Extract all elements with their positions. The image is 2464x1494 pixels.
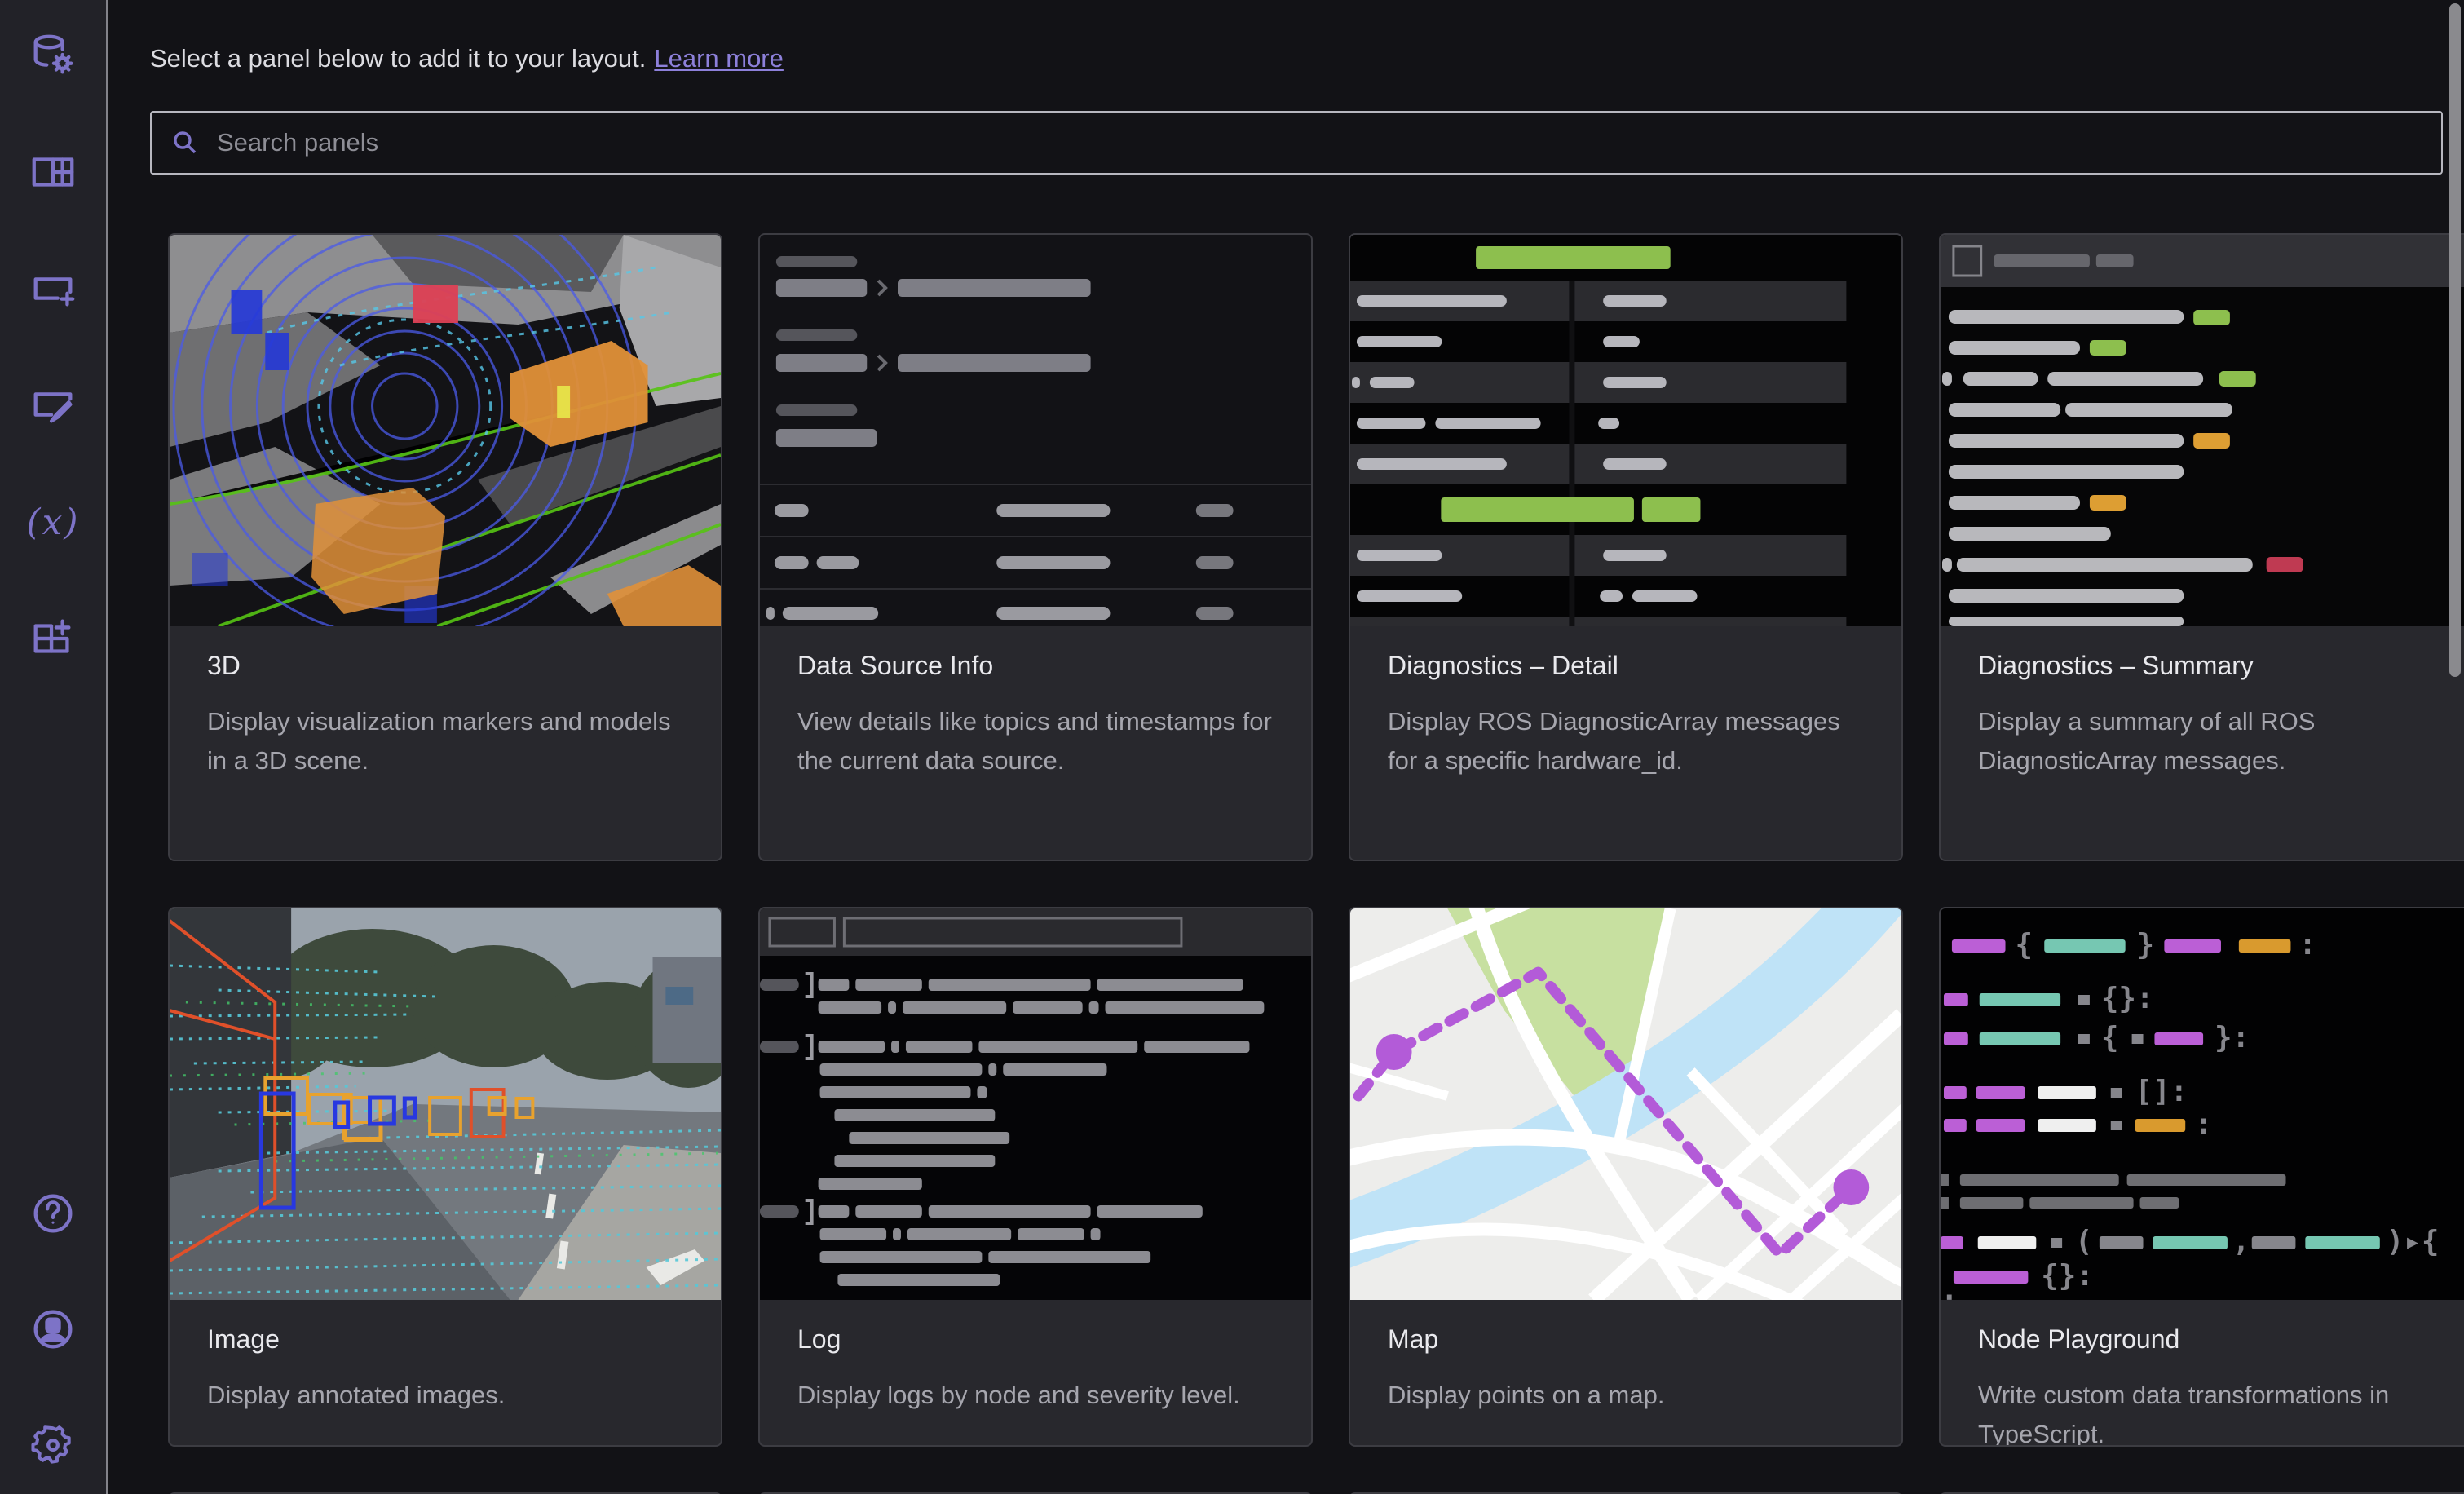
svg-text:(: ( <box>2075 1225 2093 1258</box>
data-source-settings-icon <box>33 34 73 74</box>
panel-description: Display annotated images. <box>207 1381 506 1409</box>
svg-text:}: } <box>2137 928 2155 961</box>
extensions-button[interactable] <box>27 612 79 665</box>
search-panels-box[interactable] <box>150 111 2443 175</box>
panel-title: Diagnostics – Summary <box>1978 651 2254 680</box>
data-source-info-thumbnail <box>760 235 1311 626</box>
select-panel-prompt: Select a panel below to add it to your l… <box>150 44 647 73</box>
settings-button[interactable] <box>27 1419 79 1471</box>
panel-title: Map <box>1388 1324 1439 1354</box>
learn-more-link[interactable]: Learn more <box>654 44 784 73</box>
svg-text:{: { <box>2101 1021 2119 1054</box>
data-source-settings-button[interactable] <box>27 29 79 82</box>
panel-description: Display a summary of all ROS DiagnosticA… <box>1978 707 2316 775</box>
scrollbar-track[interactable] <box>2446 0 2464 1494</box>
panel-description: Display logs by node and severity level. <box>797 1381 1240 1409</box>
account-button[interactable] <box>27 1303 79 1355</box>
settings-icon <box>31 1425 71 1464</box>
panel-card-node-playground[interactable]: { } : {}: {}: []:: (,)▸{{}: Node Pl… <box>1939 907 2464 1447</box>
sidebar: (x) <box>0 0 108 1494</box>
help-icon <box>33 1194 73 1233</box>
panel-card-diagnostics-summary[interactable]: Diagnostics – Summary Display a summary … <box>1939 233 2464 861</box>
svg-text::: : <box>1941 1284 1958 1300</box>
variables-button[interactable]: (x) <box>26 496 80 548</box>
svg-text::: : <box>2195 1107 2213 1141</box>
map-thumbnail <box>1350 908 1901 1300</box>
add-panel-button[interactable] <box>27 263 79 315</box>
search-icon <box>174 131 197 154</box>
panel-description: Display ROS DiagnosticArray messages for… <box>1388 707 1840 775</box>
panel-description: Display visualization markers and models… <box>207 707 671 775</box>
scrollbar-thumb[interactable] <box>2449 3 2461 677</box>
svg-text:)▸{: )▸{ <box>2387 1225 2440 1258</box>
panel-description: Write custom data transformations in Typ… <box>1978 1381 2390 1447</box>
sidebar-top-group: (x) <box>26 29 80 665</box>
panel-card-diagnostics-detail[interactable]: Diagnostics – Detail Display ROS Diagnos… <box>1349 233 1903 861</box>
log-thumbnail <box>760 908 1311 1300</box>
panel-catalog: Select a panel below to add it to your l… <box>108 0 2464 1494</box>
panel-title: Diagnostics – Detail <box>1388 651 1618 680</box>
edit-panel-button[interactable] <box>27 379 79 431</box>
panel-title: Data Source Info <box>797 651 994 680</box>
extensions-icon <box>33 619 71 653</box>
panel-card-3d[interactable]: 3D Display visualization markers and mod… <box>168 233 722 861</box>
panel-card-data-source-info[interactable]: Data Source Info View details like topic… <box>758 233 1313 861</box>
diagnostics-summary-thumbnail <box>1941 235 2464 626</box>
panel-title: Log <box>797 1324 841 1354</box>
variables-icon: (x) <box>26 501 80 543</box>
svg-text:,: , <box>2232 1225 2250 1258</box>
svg-text:{}:: {}: <box>2041 1259 2094 1293</box>
sidebar-bottom-group <box>27 1187 79 1471</box>
help-button[interactable] <box>27 1187 79 1240</box>
3d-thumbnail <box>170 235 721 626</box>
panel-card-image[interactable]: Image Display annotated images. <box>168 907 722 1447</box>
panel-description: View details like topics and timestamps … <box>797 707 1272 775</box>
account-icon <box>33 1310 73 1349</box>
search-input[interactable] <box>217 128 2422 157</box>
svg-text:}:: }: <box>2215 1021 2250 1054</box>
layouts-icon <box>32 157 74 187</box>
edit-panel-icon <box>33 392 73 423</box>
svg-text:{: { <box>2015 928 2033 961</box>
svg-text:[]:: []: <box>2135 1075 2188 1108</box>
panel-card-map[interactable]: Map Display points on a map. <box>1349 907 1903 1447</box>
svg-text:{}:: {}: <box>2101 982 2154 1015</box>
panel-title: Image <box>207 1324 280 1354</box>
panel-description: Display points on a map. <box>1388 1381 1665 1409</box>
panel-card-log[interactable]: Log Display logs by node and severity le… <box>758 907 1313 1447</box>
svg-text::: : <box>2298 928 2316 961</box>
image-thumbnail <box>170 908 721 1300</box>
add-panel-icon <box>33 277 75 307</box>
layouts-button[interactable] <box>27 146 79 198</box>
panel-grid: 3D Display visualization markers and mod… <box>168 233 2464 1494</box>
diagnostics-detail-thumbnail <box>1350 235 1901 626</box>
panel-title: Node Playground <box>1978 1324 2180 1354</box>
panel-title: 3D <box>207 651 241 680</box>
node-playground-thumbnail: { } : {}: {}: []:: (,)▸{{}: <box>1941 908 2464 1300</box>
add-panel-screen: (x) Select a panel below to add it to yo… <box>0 0 2464 1494</box>
